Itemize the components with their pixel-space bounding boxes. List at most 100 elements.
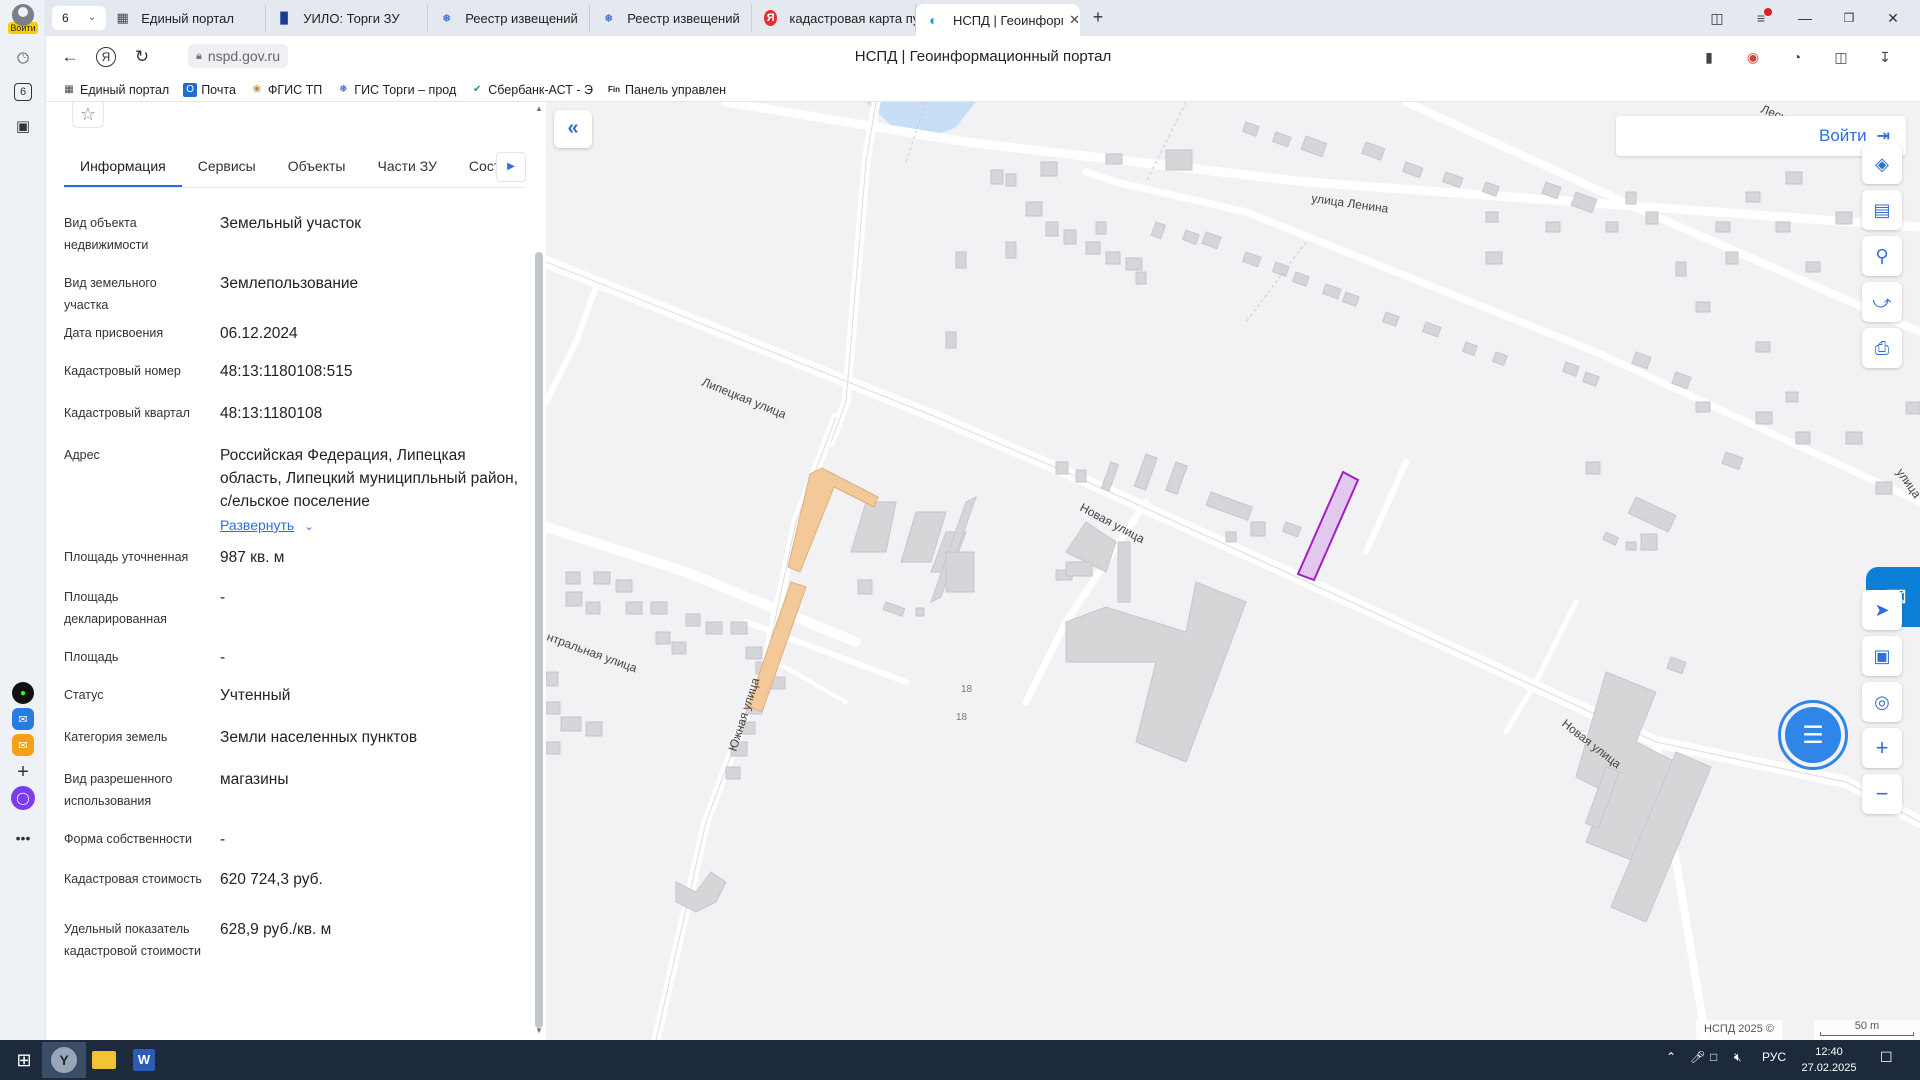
geolocation-button[interactable]: ➤ <box>1862 590 1902 630</box>
map-canvas[interactable]: 18 18 Лесная улица улица Ленина Липецкая… <box>546 102 1920 1040</box>
file-explorer-icon[interactable] <box>82 1042 126 1078</box>
microphone-icon[interactable]: 🎤︎ <box>1690 1050 1705 1064</box>
layers-button[interactable]: ◈ <box>1862 144 1902 184</box>
chevron-down-icon[interactable]: ⌄ <box>82 9 102 27</box>
tab-count-sidebar-icon[interactable]: 6 <box>14 83 32 101</box>
speaker-muted-icon[interactable]: 🔇︎ <box>1734 1050 1742 1065</box>
mail-app-icon[interactable]: ✉ <box>12 734 34 756</box>
network-icon[interactable]: □ <box>1710 1050 1717 1064</box>
tab-count-button[interactable]: 6 ⌄ <box>52 6 106 30</box>
windows-start-icon[interactable]: ⊞ <box>2 1042 46 1078</box>
tray-chevron-up-icon[interactable]: ⌃ <box>1666 1050 1676 1064</box>
print-icon: ⎙ <box>1874 337 1890 358</box>
ruler-button[interactable]: ▤ <box>1862 190 1902 230</box>
user-icon <box>12 4 34 26</box>
url-field[interactable]: 🔒︎ nspd.gov.ru <box>188 44 288 68</box>
field-label: Удельный показатель кадастровой стоимост… <box>64 922 201 958</box>
field-value: Учтенный <box>220 687 291 704</box>
assistant-button[interactable]: ☰ <box>1778 700 1848 770</box>
panel-scrollbar[interactable]: ▲ ▼ <box>532 102 546 1040</box>
reload-icon[interactable]: ↻ <box>130 45 154 69</box>
extension-icon[interactable]: ◉ <box>1742 46 1764 68</box>
expand-label: Развернуть <box>220 517 295 533</box>
new-tab-button[interactable]: + <box>1086 6 1110 30</box>
field-value: Земли населенных пунктов <box>220 729 418 746</box>
chart-icon: ▉ <box>280 12 289 25</box>
field-label: Кадастровая стоимость <box>64 872 202 886</box>
print-button[interactable]: ⎙ <box>1862 328 1902 368</box>
tab-reestr-2[interactable]: ❅ Реестр извещений <box>592 4 752 32</box>
tab-parts[interactable]: Части ЗУ <box>361 150 452 187</box>
zoom-in-button[interactable]: + <box>1862 728 1902 768</box>
expand-link[interactable]: Развернуть ⌄ <box>220 514 340 539</box>
bookmark-sberbank-ast[interactable]: ✔ Сбербанк-АСТ - Э <box>470 83 593 97</box>
screenshot-icon[interactable]: ▣ <box>9 112 37 140</box>
yandex-logo-icon[interactable]: Я <box>96 47 116 67</box>
alice-assistant-icon[interactable]: ◯ <box>11 786 35 810</box>
locate-button[interactable]: ◎ <box>1862 682 1902 722</box>
add-app-icon[interactable]: + <box>9 758 37 786</box>
notification-center-icon[interactable]: ☐ <box>1880 1049 1893 1066</box>
scrollbar-thumb[interactable] <box>535 252 543 1028</box>
emblem-icon: ❀ <box>252 84 262 95</box>
share-button[interactable]: ⤻ <box>1862 282 1902 322</box>
tab-objects[interactable]: Объекты <box>272 150 362 187</box>
download-icon[interactable]: ↧ <box>1874 46 1896 68</box>
tab-nspd-active[interactable]: ◐ НСПД | Геоинформаци ✕ <box>916 4 1080 36</box>
messenger-app-icon[interactable]: ✉ <box>12 708 34 730</box>
protect-icon[interactable]: ◔ <box>1786 46 1808 68</box>
restore-icon[interactable]: ❐ <box>1834 6 1864 30</box>
bookmark-panel[interactable]: Fin Панель управлен <box>607 83 726 97</box>
tabs-panel-icon[interactable]: ◫ <box>1702 6 1732 30</box>
close-tab-icon[interactable]: ✕ <box>1069 12 1080 28</box>
tab-label: НСПД | Геоинформаци <box>952 12 1063 28</box>
tab-kadastr-search[interactable]: Я кадастровая карта публи <box>754 4 916 32</box>
field-value: - <box>220 649 226 666</box>
bookmark-gis-torgi[interactable]: ❅ ГИС Торги – прод <box>336 83 456 97</box>
field-value: Землепользование <box>220 275 359 292</box>
field-label: Площадь <box>64 650 119 664</box>
clock[interactable]: 12:40 27.02.2025 <box>1796 1044 1862 1076</box>
minimize-icon[interactable]: — <box>1790 6 1820 30</box>
downloads-panel-icon[interactable]: ◫ <box>1830 46 1852 68</box>
close-window-icon[interactable]: ✕ <box>1878 6 1908 30</box>
tab-label: УИЛО: Торги ЗУ <box>303 10 400 26</box>
bookmark-edinyi-portal[interactable]: ▦ Единый портал <box>62 83 169 97</box>
tab-edinyi-portal[interactable]: ▦ Единый портал <box>106 4 266 32</box>
tabs-scroll-right-icon[interactable]: ▶ <box>496 152 526 182</box>
scroll-up-icon[interactable]: ▲ <box>534 104 544 113</box>
field-label: Дата присвоения <box>64 326 164 340</box>
tab-count: 6 <box>62 11 69 25</box>
yandex-browser-taskbar-icon[interactable]: Y <box>42 1042 86 1078</box>
notifications-icon[interactable]: ≡ <box>1746 6 1776 30</box>
collapse-panel-button[interactable]: « <box>554 110 592 148</box>
lock-icon: 🔒︎ <box>196 49 202 62</box>
tab-label: Реестр извещений <box>465 10 578 26</box>
bookmark-pochta[interactable]: O Почта <box>183 82 236 97</box>
word-icon[interactable]: W <box>122 1042 166 1078</box>
bookmark-fgis-tp[interactable]: ❀ ФГИС ТП <box>250 83 323 97</box>
map-view[interactable]: 18 18 Лесная улица улица Ленина Липецкая… <box>546 102 1920 1040</box>
tab-uilo-torgi[interactable]: ▉ УИЛО: Торги ЗУ <box>268 4 428 32</box>
bookmark-icon[interactable]: ▮ <box>1698 46 1720 68</box>
page-title: НСПД | Геоинформационный портал <box>854 48 1112 65</box>
minimap-button[interactable]: ▣ <box>1862 636 1902 676</box>
tab-reestr-1[interactable]: ❅ Реестр извещений <box>430 4 590 32</box>
language-indicator[interactable]: РУС <box>1762 1050 1786 1064</box>
profile-avatar[interactable]: Войти <box>8 4 38 40</box>
tab-label: Реестр извещений <box>627 10 740 26</box>
zoom-out-button[interactable]: − <box>1862 774 1902 814</box>
field-label: Форма собственности <box>64 832 192 846</box>
back-icon[interactable]: ← <box>58 45 82 69</box>
alice-app-icon[interactable]: ● <box>12 682 34 704</box>
area-search-button[interactable]: ⚲ <box>1862 236 1902 276</box>
tab-information[interactable]: Информация <box>64 150 182 187</box>
mail-icon: O <box>183 82 198 97</box>
tab-services[interactable]: Сервисы <box>182 150 272 187</box>
more-icon[interactable]: ••• <box>9 824 37 852</box>
star-icon[interactable]: ☆ <box>72 102 104 128</box>
history-icon[interactable]: 🕒︎ <box>9 44 37 72</box>
emblem-icon: ❅ <box>603 12 614 25</box>
address-bar-row: ← Я ↻ 🔒︎ nspd.gov.ru НСПД | Геоинформаци… <box>46 36 1920 78</box>
scroll-down-icon[interactable]: ▼ <box>534 1026 544 1035</box>
